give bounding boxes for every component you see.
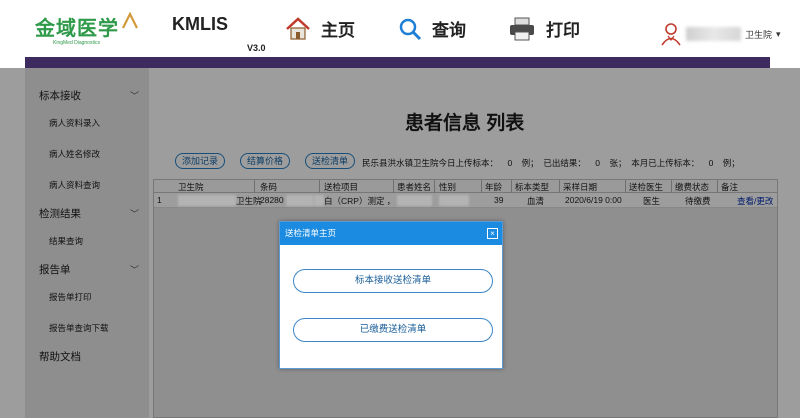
app-name: KMLIS [172,14,228,34]
close-icon[interactable]: × [487,228,498,239]
column-divider [254,180,255,193]
redacted-cell [439,195,469,206]
cell-pay-status: 待缴费 [685,196,711,206]
col-doctor[interactable]: 送检医生 [629,181,663,193]
logo-subtext: KingMed Diagnostics [53,40,100,46]
sidebar-group-help[interactable]: 帮助文档 [39,349,81,364]
row-index: 1 [157,195,162,205]
app-header: 金域医学 KingMed Diagnostics KMLIS V3.0 主页 查… [0,0,800,57]
cell-sample-date: 2020/6/19 0:00 [565,195,622,205]
nav-print[interactable]: 打印 [508,16,580,41]
user-name-suffix: 卫生院 [745,29,773,40]
table-header: 卫生院 条码 送检项目 患者姓名 性别 年龄 标本类型 采样日期 送检医生 缴费… [154,180,777,193]
nav-query[interactable]: 查询 [398,16,466,41]
redacted-cell [286,195,314,206]
user-avatar-icon [661,23,681,46]
user-menu[interactable]: 卫生院 ▾ [660,22,781,46]
chevron-down-icon[interactable]: ﹀ [130,89,139,102]
sidebar-item-report-download[interactable]: 报告单查询下载 [49,322,109,334]
table-row[interactable]: 1 卫生院 28280 白（CRP）测定 ， 39 血清 2020/6/19 0… [154,193,777,208]
col-barcode[interactable]: 条码 [260,181,277,193]
view-edit-link[interactable]: 查看/更改 [737,195,773,207]
column-divider [625,180,626,193]
cell-hospital: 卫生院 [236,196,262,206]
dialog-title: 送检清单主页 [280,222,502,245]
redacted-cell [178,195,236,206]
nav-print-label: 打印 [546,21,580,40]
cell-doctor: 医生 [643,196,661,206]
column-divider [319,180,320,193]
column-divider [434,180,435,193]
paid-list-button[interactable]: 已缴费送检清单 [293,318,493,342]
column-divider [717,180,718,193]
printer-icon [510,17,534,40]
col-pay-status[interactable]: 缴费状态 [675,181,709,193]
cell-test-item: 白（CRP）测定 ， [324,196,396,206]
sidebar-item-report-print[interactable]: 报告单打印 [49,291,92,303]
add-record-button[interactable]: 添加记录 [175,153,226,169]
column-divider [481,180,482,193]
nav-home-label: 主页 [321,21,355,40]
chevron-down-icon[interactable]: ﹀ [130,207,139,220]
upload-stats: 民乐县洪水镇卫生院今日上传标本： 0 例； 已出结果： 0 张； 本月已上传标本… [362,158,740,168]
nav-home[interactable]: 主页 [285,16,355,41]
specimen-receipt-list-button[interactable]: 标本接收送检清单 [293,269,493,293]
page-title: 患者信息 列表 [405,113,525,134]
col-sample-type[interactable]: 标本类型 [515,181,549,193]
sidebar-item-name-edit[interactable]: 病人姓名修改 [49,148,100,160]
column-divider [671,180,672,193]
cell-age: 39 [494,195,504,205]
nav-query-label: 查询 [432,21,466,40]
sidebar-group-results[interactable]: 检测结果 [39,206,81,221]
col-sample-date[interactable]: 采样日期 [563,181,597,193]
chevron-down-icon[interactable]: ﹀ [130,263,139,276]
submission-list-dialog: 送检清单主页 × 标本接收送检清单 已缴费送检清单 [279,221,503,369]
col-age[interactable]: 年龄 [485,181,502,193]
col-gender[interactable]: 性别 [439,181,456,193]
sidebar-item-result-query[interactable]: 结果查询 [49,235,83,247]
sidebar: 标本接收 ﹀ 病人资料录入 病人姓名修改 病人资料查询 检测结果 ﹀ 结果查询 … [25,68,149,418]
col-patient-name[interactable]: 患者姓名 [397,181,431,193]
column-divider [393,180,394,193]
col-test-item[interactable]: 送检项目 [324,181,358,193]
app-version: V3.0 [247,43,266,53]
cell-sample-type: 血清 [527,196,545,206]
home-icon [286,16,310,40]
user-name-redacted [686,27,741,41]
column-divider [511,180,512,193]
logo-mark-icon [122,12,138,29]
col-remark[interactable]: 备注 [721,181,738,193]
sidebar-item-patient-entry[interactable]: 病人资料录入 [49,117,100,129]
redacted-cell [397,195,432,206]
chevron-down-icon: ▾ [776,28,781,39]
settle-price-button[interactable]: 结算价格 [240,153,291,169]
search-icon [399,18,422,40]
sidebar-group-report[interactable]: 报告单 [39,262,71,277]
submission-list-button[interactable]: 送检清单 [305,153,356,169]
brand-logo: 金域医学 KingMed Diagnostics [35,12,145,52]
column-divider [559,180,560,193]
header-divider-bar [25,57,770,68]
cell-barcode: 28280 [260,195,284,205]
col-hospital[interactable]: 卫生院 [178,181,204,193]
sidebar-item-patient-query[interactable]: 病人资料查询 [49,179,100,191]
sidebar-group-specimen[interactable]: 标本接收 [39,88,81,103]
redacted-cell [314,195,324,206]
logo-text: 金域医学 [35,16,119,40]
